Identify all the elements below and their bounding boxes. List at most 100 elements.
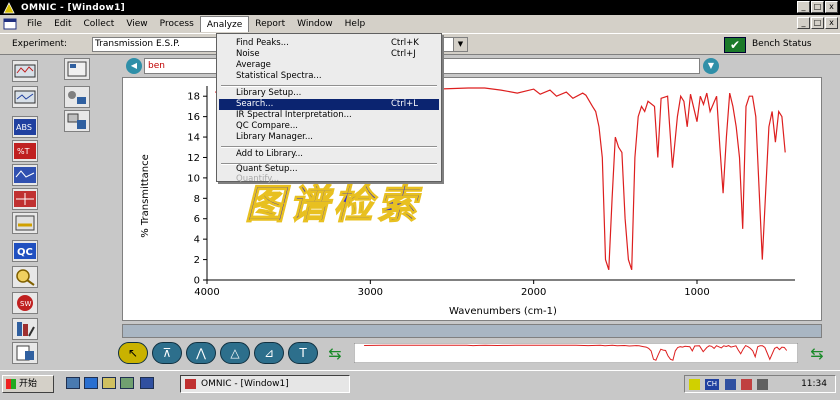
system-tray: CH 11:34 bbox=[684, 375, 836, 393]
analyze-menu-dropdown: Find Peaks... Ctrl+K Noise Ctrl+J Average … bbox=[216, 33, 442, 184]
selection-tool-icon[interactable]: ↖ bbox=[118, 342, 148, 364]
menu-item-library-manager[interactable]: Library Manager... bbox=[219, 132, 439, 143]
taskbar-button-omnic[interactable]: OMNIC - [Window1] bbox=[180, 375, 350, 393]
y-tick-label: 14 bbox=[187, 133, 200, 144]
sample-compartment-icon[interactable] bbox=[64, 110, 90, 132]
next-spectrum-arrow-icon[interactable]: ▼ bbox=[703, 58, 719, 74]
menu-help[interactable]: Help bbox=[339, 16, 372, 32]
smooth-icon[interactable] bbox=[12, 212, 38, 234]
search-icon[interactable] bbox=[12, 266, 38, 288]
omnic-app-icon bbox=[3, 1, 15, 13]
x-tick-label: 3000 bbox=[358, 287, 383, 298]
y-tick-label: 8 bbox=[194, 194, 200, 205]
internet-explorer-icon[interactable] bbox=[84, 377, 98, 389]
menu-process[interactable]: Process bbox=[154, 16, 200, 32]
y-tick-label: 4 bbox=[194, 235, 200, 246]
baseline-correct-icon[interactable] bbox=[12, 164, 38, 186]
library-icon[interactable] bbox=[12, 318, 38, 340]
menu-item-find-peaks[interactable]: Find Peaks... Ctrl+K bbox=[219, 38, 439, 49]
menu-item-qc-compare[interactable]: QC Compare... bbox=[219, 121, 439, 132]
taskbar-button-label: OMNIC - [Window1] bbox=[201, 379, 289, 389]
menu-file[interactable]: File bbox=[21, 16, 48, 32]
menu-bar: File Edit Collect View Process Analyze R… bbox=[0, 15, 840, 33]
start-button[interactable]: 开始 bbox=[2, 375, 54, 393]
annotation-tool-icon[interactable]: T bbox=[288, 342, 318, 364]
menu-item-library-setup[interactable]: Library Setup... bbox=[219, 88, 439, 99]
tray-icon-network[interactable] bbox=[725, 379, 736, 390]
menu-separator bbox=[221, 85, 437, 87]
menu-item-ir-spectral-interpretation[interactable]: IR Spectral Interpretation... bbox=[219, 110, 439, 121]
atr-accessory-icon[interactable] bbox=[64, 86, 90, 108]
input-language-indicator[interactable]: CH bbox=[705, 379, 719, 390]
tray-icon-volume[interactable] bbox=[689, 379, 700, 390]
previous-spectrum-arrow-icon[interactable]: ◀ bbox=[126, 58, 142, 74]
menu-item-noise[interactable]: Noise Ctrl+J bbox=[219, 49, 439, 60]
doc-minimize-button[interactable]: _ bbox=[797, 17, 810, 29]
y-tick-label: 18 bbox=[187, 92, 200, 103]
menu-report[interactable]: Report bbox=[249, 16, 291, 32]
absorbance-icon[interactable]: ABS bbox=[12, 116, 38, 138]
qc-compare-icon[interactable]: QC bbox=[12, 240, 38, 262]
y-tick-label: 0 bbox=[194, 276, 200, 287]
menu-item-add-to-library[interactable]: Add to Library... bbox=[219, 149, 439, 160]
outlook-express-icon[interactable] bbox=[102, 377, 116, 389]
percent-transmittance-icon[interactable]: %T bbox=[12, 140, 38, 162]
menu-edit[interactable]: Edit bbox=[48, 16, 77, 32]
chevron-down-icon[interactable]: ▼ bbox=[453, 38, 467, 51]
bench-status-checkmark-icon[interactable]: ✔ bbox=[724, 37, 746, 53]
automatic-baseline-icon[interactable] bbox=[12, 188, 38, 210]
y-tick-label: 2 bbox=[194, 255, 200, 266]
svg-text:ABS: ABS bbox=[16, 123, 32, 132]
experiment-label: Experiment: bbox=[12, 39, 68, 49]
menu-analyze[interactable]: Analyze bbox=[199, 16, 250, 32]
peak-area-tool-icon[interactable]: △ bbox=[220, 342, 250, 364]
show-desktop-icon[interactable] bbox=[66, 377, 80, 389]
collect-sample-icon[interactable] bbox=[12, 60, 38, 82]
peak-height-tool-icon[interactable]: ⋀ bbox=[186, 342, 216, 364]
spectral-subtract-tool-icon[interactable]: ⊿ bbox=[254, 342, 284, 364]
experiment-setup-icon[interactable] bbox=[64, 58, 90, 80]
left-toolbar: ABS %T QC SW bbox=[0, 56, 110, 368]
quick-launch-icon[interactable] bbox=[120, 377, 134, 389]
media-player-icon[interactable] bbox=[140, 377, 154, 389]
menu-item-search[interactable]: Search... Ctrl+L bbox=[219, 99, 439, 110]
menu-separator bbox=[221, 146, 437, 148]
tray-icon-app[interactable] bbox=[741, 379, 752, 390]
zoom-out-arrows-icon[interactable]: ⇆ bbox=[322, 345, 348, 363]
close-button[interactable]: x bbox=[825, 1, 838, 13]
region-tool-icon[interactable]: ⊼ bbox=[152, 342, 182, 364]
menu-view[interactable]: View bbox=[120, 16, 153, 32]
x-tick-label: 4000 bbox=[194, 287, 219, 298]
zoom-in-arrows-icon[interactable]: ⇆ bbox=[804, 345, 830, 363]
tray-icon-keyboard[interactable] bbox=[757, 379, 768, 390]
y-tick-label: 6 bbox=[194, 214, 200, 225]
taskbar-clock: 11:34 bbox=[801, 379, 827, 389]
menu-collect[interactable]: Collect bbox=[78, 16, 121, 32]
menu-item-quantify: Quantify... bbox=[236, 174, 280, 184]
experiment-value: Transmission E.S.P. bbox=[95, 39, 181, 49]
title-bar: OMNIC - [Window1] _ □ x bbox=[0, 0, 840, 15]
menu-window[interactable]: Window bbox=[291, 16, 339, 32]
doc-close-button[interactable]: x bbox=[825, 17, 838, 29]
menu-item-statistical-spectra[interactable]: Statistical Spectra... bbox=[219, 71, 439, 82]
minimize-button[interactable]: _ bbox=[797, 1, 810, 13]
document-icon[interactable] bbox=[3, 18, 17, 30]
window-title: OMNIC - [Window1] bbox=[21, 2, 126, 13]
restore-button[interactable]: □ bbox=[811, 1, 824, 13]
windows-taskbar: 开始 OMNIC - [Window1] CH 11:34 bbox=[0, 370, 840, 400]
spectrum-overview-bar[interactable] bbox=[122, 324, 822, 338]
interpretation-icon[interactable]: SW bbox=[12, 292, 38, 314]
report-icon[interactable] bbox=[12, 342, 38, 364]
windows-logo-icon bbox=[6, 379, 16, 389]
collect-background-icon[interactable] bbox=[12, 86, 38, 108]
display-tools: ↖ ⊼ ⋀ △ ⊿ T bbox=[114, 342, 354, 366]
start-label: 开始 bbox=[19, 379, 38, 389]
y-tick-label: 10 bbox=[187, 173, 200, 184]
menu-item-average[interactable]: Average bbox=[219, 60, 439, 71]
y-axis-label: % Transmittance bbox=[140, 154, 151, 238]
overview-spectrum-thumbnail[interactable] bbox=[354, 343, 798, 363]
doc-restore-button[interactable]: □ bbox=[811, 17, 824, 29]
x-tick-label: 2000 bbox=[521, 287, 546, 298]
bench-status-label: Bench Status bbox=[752, 39, 812, 49]
x-axis-label: Wavenumbers (cm-1) bbox=[449, 306, 557, 317]
